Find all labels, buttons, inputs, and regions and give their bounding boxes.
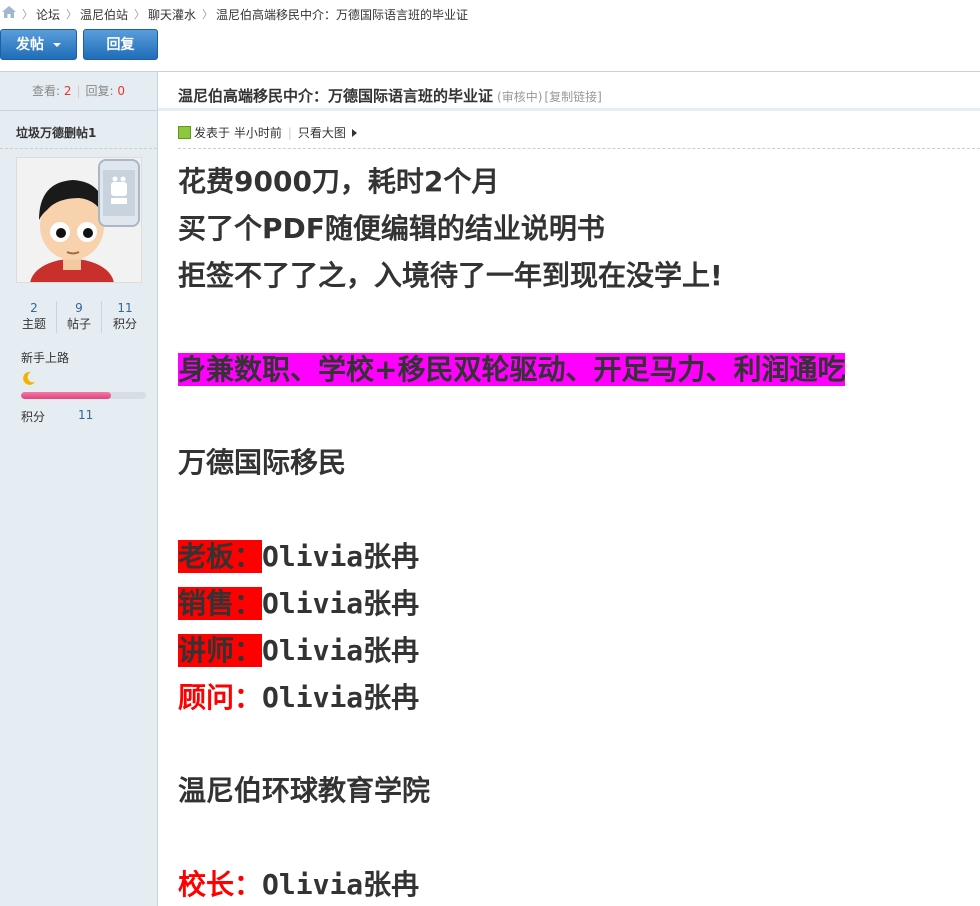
- breadcrumb-thread[interactable]: 温尼伯高端移民中介：万德国际语言班的毕业证: [216, 6, 468, 23]
- chevron-right-icon: 〉: [134, 8, 145, 21]
- post-line: 花费9000刀，耗时2个月: [178, 165, 500, 198]
- review-status: (审核中): [497, 90, 543, 104]
- home-icon[interactable]: [2, 6, 16, 18]
- thread-stats: 查看: 2 | 回复: 0: [0, 72, 157, 111]
- role-label: 销售：: [178, 587, 263, 620]
- stats-separator: |: [76, 84, 81, 98]
- post-line: 买了个PDF随便编辑的结业说明书: [178, 212, 605, 245]
- chevron-right-icon: 〉: [66, 8, 77, 21]
- role-value: Olivia张冉: [262, 587, 420, 620]
- role-value: Olivia张冉: [262, 868, 420, 901]
- divider: [158, 108, 980, 111]
- role-label: 讲师：: [178, 634, 263, 667]
- thread-title-row: 温尼伯高端移民中介：万德国际语言班的毕业证 (审核中) [复制链接]: [178, 85, 602, 106]
- stat-value: 11: [117, 301, 133, 315]
- credit-label: 积分: [21, 410, 46, 424]
- avatar[interactable]: [16, 157, 142, 283]
- post-time: 发表于 半小时前: [194, 126, 282, 140]
- role-label: 校长：: [178, 868, 263, 901]
- breadcrumb-chat[interactable]: 聊天灌水: [148, 6, 196, 23]
- meta-separator: |: [287, 126, 292, 140]
- role-value: Olivia张冉: [262, 681, 420, 714]
- views-label: 查看:: [31, 84, 60, 98]
- views-count: 2: [63, 84, 72, 98]
- copy-link[interactable]: [复制链接]: [544, 90, 601, 104]
- stat-value: 9: [75, 301, 83, 315]
- user-rank[interactable]: 新手上路: [21, 349, 69, 366]
- role-label: 顾问：: [178, 681, 263, 714]
- rank-progress-bar: [21, 392, 146, 399]
- chevron-right-icon: 〉: [22, 8, 33, 21]
- breadcrumb: 〉 论坛 〉 温尼伯站 〉 聊天灌水 〉 温尼伯高端移民中介：万德国际语言班的毕…: [0, 0, 980, 26]
- replies-count: 0: [117, 84, 126, 98]
- chevron-right-icon: 〉: [202, 8, 213, 21]
- breadcrumb-winnipeg[interactable]: 温尼伯站: [80, 6, 128, 23]
- stat-label: 帖子: [66, 317, 91, 331]
- replies-label: 回复:: [85, 84, 114, 98]
- new-post-button[interactable]: 发帖: [0, 29, 77, 60]
- post-line: 万德国际移民: [178, 446, 347, 479]
- author-name[interactable]: 垃圾万德删帖1: [16, 124, 96, 141]
- reply-button[interactable]: 回复: [83, 29, 158, 60]
- post-meta: 发表于 半小时前 | 只看大图: [178, 124, 357, 141]
- role-value: Olivia张冉: [262, 634, 420, 667]
- highlighted-text: 身兼数职、学校+移民双轮驱动、开足马力、利润通吃: [178, 353, 846, 386]
- post-line: 拒签不了了之，入境待了一年到现在没学上!: [178, 259, 723, 292]
- moon-icon: [23, 371, 35, 385]
- role-label: 老板：: [178, 540, 263, 573]
- avatar-image: [17, 158, 141, 282]
- credit-value: 11: [78, 408, 94, 422]
- role-line: 销售：Olivia张冉: [178, 585, 419, 623]
- role-line: 老板：Olivia张冉: [178, 538, 419, 576]
- thread-title[interactable]: 温尼伯高端移民中介：万德国际语言班的毕业证: [178, 87, 493, 105]
- role-value: Olivia张冉: [262, 540, 420, 573]
- breadcrumb-forum[interactable]: 论坛: [36, 6, 60, 23]
- stat-label: 主题: [21, 317, 46, 331]
- rank-progress-fill: [21, 392, 111, 399]
- user-stat-topics[interactable]: 2 主题: [12, 301, 57, 333]
- caret-down-icon[interactable]: [53, 43, 61, 47]
- reply-label: 回复: [106, 37, 135, 53]
- user-stat-credits[interactable]: 11 积分: [103, 301, 147, 333]
- user-stat-posts[interactable]: 9 帖子: [57, 301, 102, 333]
- stat-value: 2: [30, 301, 38, 315]
- post-line: 温尼伯环球教育学院: [178, 774, 431, 807]
- online-status-icon: [178, 126, 191, 139]
- new-post-label: 发帖: [16, 37, 44, 53]
- divider: [0, 148, 157, 149]
- role-line: 讲师：Olivia张冉: [178, 632, 419, 670]
- triangle-right-icon[interactable]: [351, 129, 357, 137]
- view-large-images-link[interactable]: 只看大图: [298, 126, 346, 140]
- post-highlight-line: 身兼数职、学校+移民双轮驱动、开足马力、利润通吃: [178, 351, 846, 389]
- role-line: 顾问：Olivia张冉: [178, 679, 419, 717]
- divider: [178, 148, 980, 149]
- stat-label: 积分: [112, 317, 137, 331]
- role-line: 校长：Olivia张冉: [178, 866, 419, 904]
- author-sidebar: 查看: 2 | 回复: 0 垃圾万德删帖1 2 主题 9 帖子 11 积分 新手…: [0, 72, 158, 906]
